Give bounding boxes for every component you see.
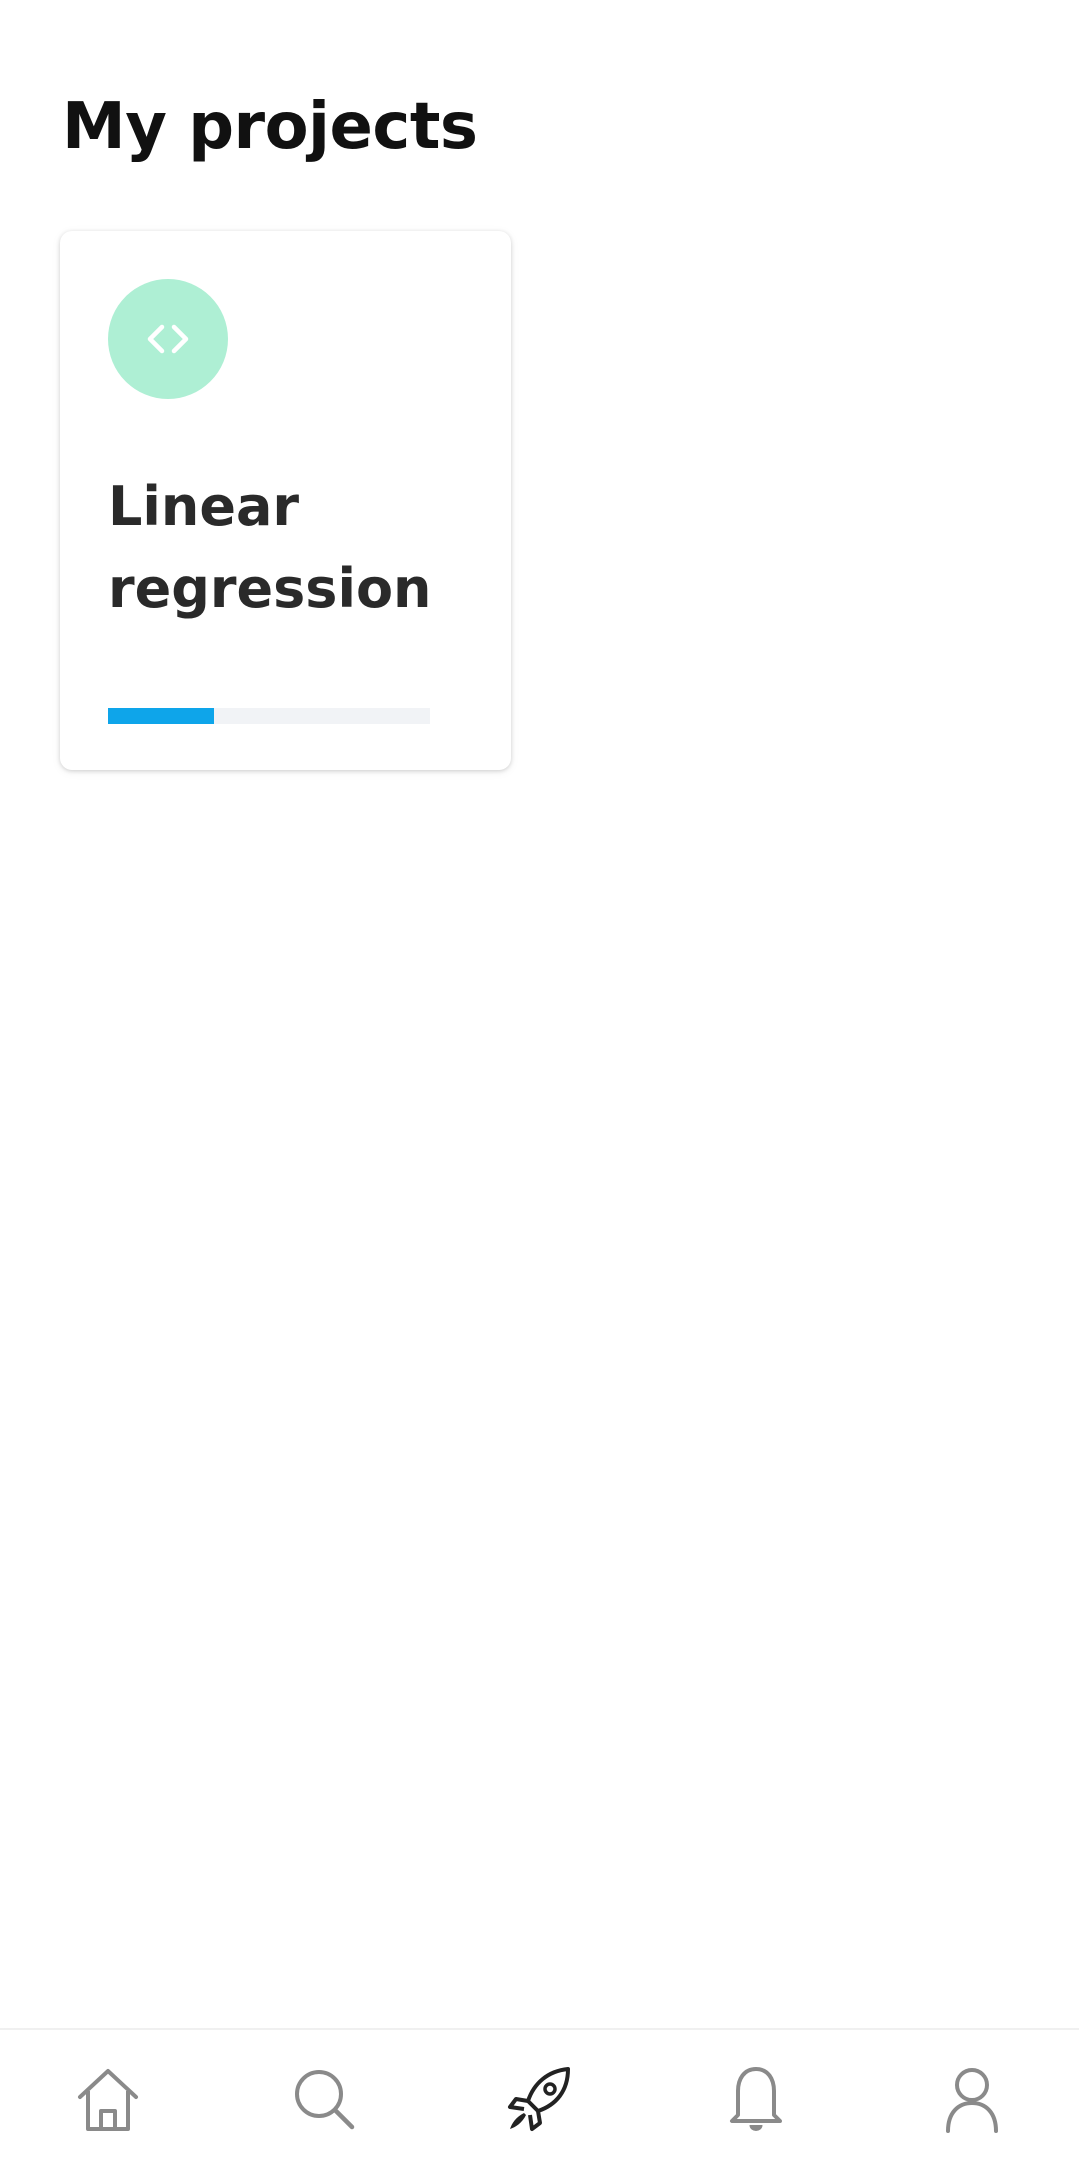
project-progress-fill — [108, 708, 215, 724]
nav-projects[interactable] — [432, 2030, 648, 2168]
project-title: Linear regression — [108, 475, 432, 620]
bell-icon — [730, 2067, 782, 2131]
code-brackets-icon — [147, 324, 189, 354]
nav-search[interactable] — [216, 2030, 432, 2168]
nav-notifications[interactable] — [648, 2030, 864, 2168]
rocket-icon — [508, 2067, 570, 2131]
page-title: My projects — [62, 90, 478, 164]
home-icon — [78, 2069, 138, 2131]
search-icon — [295, 2070, 355, 2130]
project-card[interactable]: Linear regression — [60, 231, 511, 770]
nav-home[interactable] — [0, 2030, 216, 2168]
bottom-nav — [0, 2028, 1079, 2168]
project-icon-badge — [108, 279, 228, 399]
project-progress-bar — [108, 708, 430, 724]
profile-icon — [946, 2068, 998, 2133]
nav-profile[interactable] — [864, 2030, 1079, 2168]
